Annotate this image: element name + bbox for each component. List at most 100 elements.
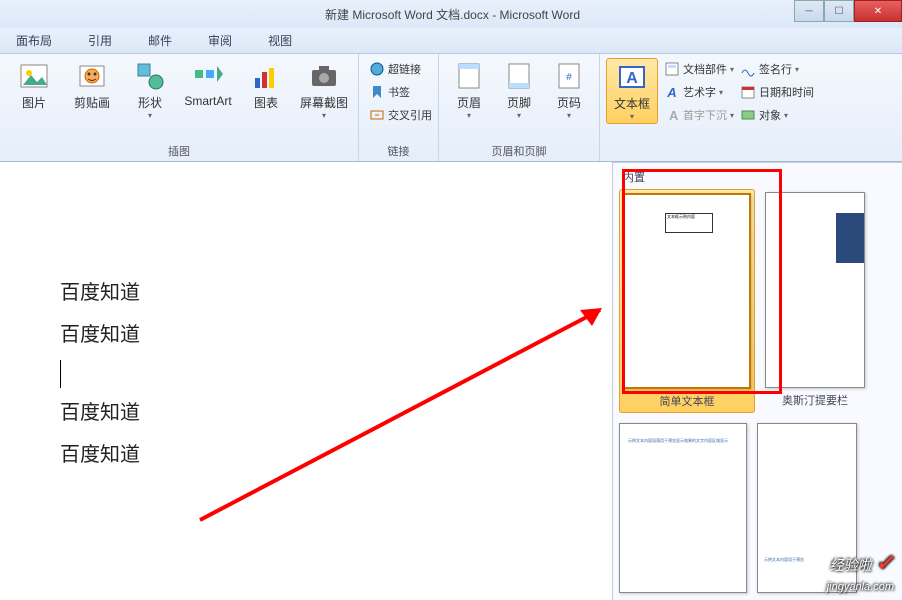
watermark-brand: 经验啦 [830, 557, 872, 573]
wordart-button[interactable]: A艺术字 ▾ [664, 81, 734, 103]
pagenumber-button[interactable]: # 页码▾ [545, 58, 593, 122]
shapes-button[interactable]: 形状▾ [122, 58, 178, 122]
signature-label: 签名行 [759, 61, 792, 77]
group-headerfooter: 页眉▾ 页脚▾ # 页码▾ 页眉和页脚 [439, 54, 600, 161]
dropcap-label: 首字下沉 [683, 107, 727, 123]
tab-view[interactable]: 视图 [260, 30, 300, 51]
group-text: A 文本框▾ 文档部件 ▾ A艺术字 ▾ A首字下沉 ▾ 签名行 ▾ 日期和时间… [600, 54, 820, 161]
smartart-button[interactable]: SmartArt [180, 58, 236, 110]
textbox-gallery: 内置 文本框示例内容 简单文本框 奥斯汀提要栏 示例文本内容段落用于预览显示效果… [612, 162, 902, 600]
picture-button[interactable]: 图片 [6, 58, 62, 113]
gallery-item-austin[interactable]: 奥斯汀提要栏 [765, 192, 865, 413]
pagenumber-label: 页码 [557, 94, 581, 111]
quickparts-label: 文档部件 [683, 61, 727, 77]
svg-text:A: A [626, 70, 638, 87]
datetime-button[interactable]: 日期和时间 [740, 81, 814, 103]
svg-text:A: A [666, 85, 676, 100]
thumb-simple-label: 简单文本框 [660, 393, 715, 409]
dropcap-icon: A [664, 107, 680, 123]
doc-line: 百度知道 [60, 392, 140, 434]
wordart-icon: A [664, 84, 680, 100]
textbox-button[interactable]: A 文本框▾ [606, 58, 658, 124]
thumb-austin-label: 奥斯汀提要栏 [782, 392, 848, 408]
doc-line: 百度知道 [60, 314, 140, 356]
watermark-url: jingyanla.com [827, 581, 894, 593]
group-links: 超链接 书签 交叉引用 链接 [359, 54, 439, 161]
thumb-3: 示例文本内容段落用于预览显示效果的文字内容区域显示 [619, 423, 747, 593]
bookmark-label: 书签 [388, 84, 410, 100]
gallery-item-3[interactable]: 示例文本内容段落用于预览显示效果的文字内容区域显示 [619, 423, 747, 593]
group-illustrations: 图片 剪贴画 形状▾ SmartArt 图表 屏幕截图▾ [0, 54, 359, 161]
ribbon-tabs: 面布局 引用 邮件 审阅 视图 [0, 28, 902, 54]
object-button[interactable]: 对象 ▾ [740, 104, 814, 126]
smartart-label: SmartArt [184, 94, 231, 108]
thumb-simple: 文本框示例内容 [623, 193, 751, 389]
header-button[interactable]: 页眉▾ [445, 58, 493, 122]
doc-line: 百度知道 [60, 272, 140, 314]
hyperlink-button[interactable]: 超链接 [369, 58, 432, 80]
dropcap-button[interactable]: A首字下沉 ▾ [664, 104, 734, 126]
camera-icon [308, 60, 340, 92]
crossref-button[interactable]: 交叉引用 [369, 104, 432, 126]
tab-references[interactable]: 引用 [80, 30, 120, 51]
bookmark-button[interactable]: 书签 [369, 81, 432, 103]
picture-icon [18, 60, 50, 92]
minimize-button[interactable]: ─ [794, 0, 824, 22]
window-controls: ─ ☐ ✕ [794, 0, 902, 22]
hyperlink-label: 超链接 [388, 61, 421, 77]
textbox-icon: A [616, 61, 648, 93]
ribbon: 图片 剪贴画 形状▾ SmartArt 图表 屏幕截图▾ [0, 54, 902, 162]
doc-name: 新建 Microsoft Word 文档.docx [325, 8, 489, 22]
header-label: 页眉 [457, 94, 481, 111]
hyperlink-icon [369, 61, 385, 77]
screenshot-label: 屏幕截图 [300, 94, 348, 111]
wordart-label: 艺术字 [683, 84, 716, 100]
quickparts-button[interactable]: 文档部件 ▾ [664, 58, 734, 80]
group-headerfooter-label: 页眉和页脚 [445, 141, 593, 159]
close-button[interactable]: ✕ [854, 0, 902, 22]
chart-button[interactable]: 图表 [238, 58, 294, 113]
crossref-icon [369, 107, 385, 123]
group-illustrations-label: 插图 [6, 141, 352, 159]
gallery-item-simple[interactable]: 文本框示例内容 简单文本框 [619, 189, 755, 413]
clipart-icon [76, 60, 108, 92]
watermark: 经验啦 ✓ jingyanla.com [827, 550, 894, 594]
doc-line: 百度知道 [60, 434, 140, 476]
crossref-label: 交叉引用 [388, 107, 432, 123]
thumb-austin [765, 192, 865, 388]
footer-label: 页脚 [507, 94, 531, 111]
bookmark-icon [369, 84, 385, 100]
chart-label: 图表 [254, 94, 278, 111]
datetime-icon [740, 84, 756, 100]
pagenumber-icon: # [553, 60, 585, 92]
tab-review[interactable]: 审阅 [200, 30, 240, 51]
footer-button[interactable]: 页脚▾ [495, 58, 543, 122]
group-links-label: 链接 [365, 141, 432, 159]
check-icon: ✓ [876, 550, 894, 575]
svg-text:A: A [669, 108, 679, 123]
smartart-icon [192, 60, 224, 92]
datetime-label: 日期和时间 [759, 84, 814, 100]
textbox-label: 文本框 [614, 95, 650, 112]
object-icon [740, 107, 756, 123]
picture-label: 图片 [22, 94, 46, 111]
object-label: 对象 [759, 107, 781, 123]
shapes-label: 形状 [138, 94, 162, 111]
app-name: Microsoft Word [500, 8, 580, 22]
header-icon [453, 60, 485, 92]
text-cursor [60, 360, 61, 388]
title-bar: 新建 Microsoft Word 文档.docx - Microsoft Wo… [0, 0, 902, 28]
document-page[interactable]: 百度知道 百度知道 百度知道 百度知道 [0, 162, 140, 600]
footer-icon [503, 60, 535, 92]
maximize-button[interactable]: ☐ [824, 0, 854, 22]
chart-icon [250, 60, 282, 92]
tab-mailings[interactable]: 邮件 [140, 30, 180, 51]
tab-pagelayout[interactable]: 面布局 [8, 30, 60, 51]
shapes-icon [134, 60, 166, 92]
clipart-button[interactable]: 剪贴画 [64, 58, 120, 113]
gallery-header: 内置 [619, 167, 902, 187]
signature-icon [740, 61, 756, 77]
signature-button[interactable]: 签名行 ▾ [740, 58, 814, 80]
screenshot-button[interactable]: 屏幕截图▾ [296, 58, 352, 122]
clipart-label: 剪贴画 [74, 94, 110, 111]
